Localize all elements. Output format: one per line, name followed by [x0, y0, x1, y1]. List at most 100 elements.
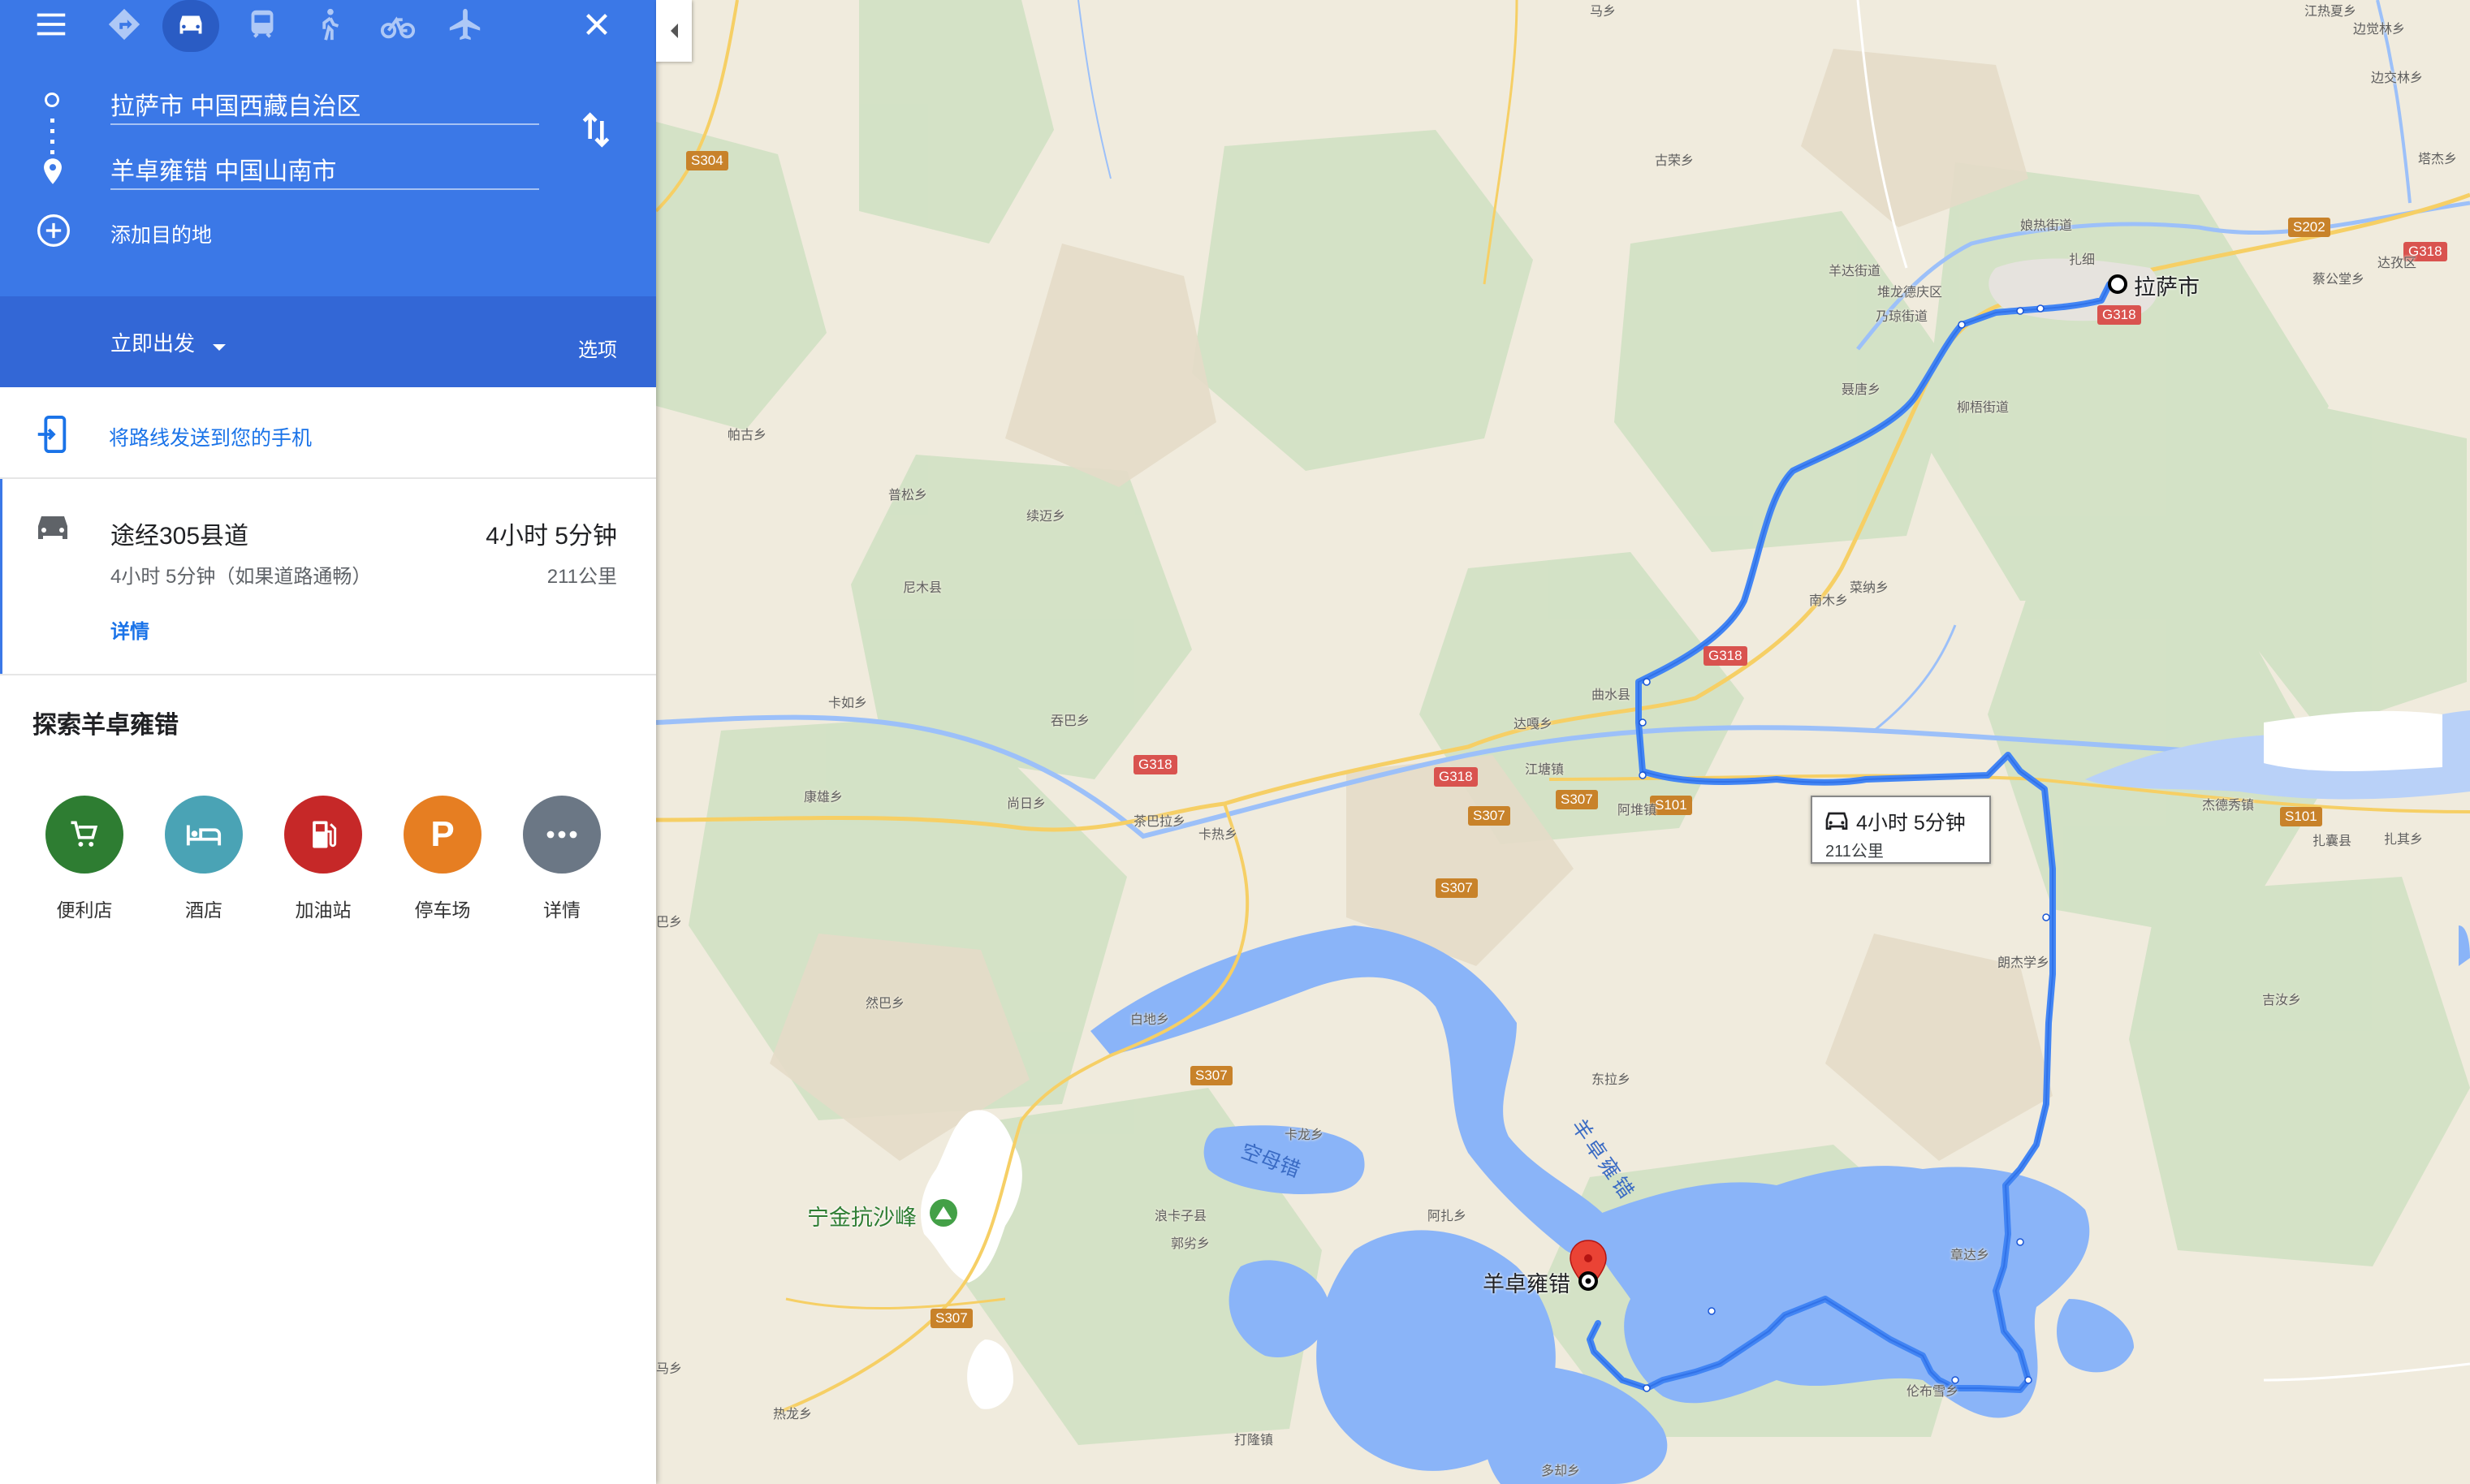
category-gas-station[interactable]: 加油站 — [284, 796, 362, 922]
mode-flight-button[interactable] — [437, 0, 494, 52]
place-label: 娘热街道 — [2020, 219, 2073, 233]
place-label: 卡热乡 — [1198, 828, 1238, 842]
category-label: 酒店 — [185, 899, 222, 921]
place-label: 卡龙乡 — [1285, 1128, 1324, 1142]
car-icon — [33, 510, 72, 546]
place-label: 马乡 — [656, 1362, 683, 1376]
peak-label[interactable]: 宁金抗沙峰 — [807, 1200, 917, 1232]
destination-pin-icon — [41, 157, 65, 189]
place-label: 卡如乡 — [828, 697, 868, 710]
chevron-left-icon — [670, 24, 678, 38]
place-label: 南木乡 — [1809, 594, 1849, 608]
place-label: 然巴乡 — [866, 997, 905, 1011]
place-label: 康雄乡 — [804, 791, 844, 805]
road-shield-g318: G318 — [1134, 755, 1177, 774]
mode-transit-button[interactable] — [234, 0, 291, 52]
add-destination-button[interactable]: 添加目的地 — [36, 211, 377, 250]
origin-field[interactable]: 拉萨市 中国西藏自治区 — [110, 86, 361, 122]
place-label: 扎其乡 — [2384, 833, 2424, 847]
category-hotel[interactable]: 酒店 — [165, 796, 243, 922]
peak-marker — [930, 1199, 957, 1227]
add-circle-icon — [36, 213, 71, 252]
collapse-panel-button[interactable] — [656, 0, 692, 62]
category-more[interactable]: 详情 — [523, 796, 601, 922]
depart-bar: 立即出发 选项 — [0, 296, 656, 387]
send-to-phone-icon — [36, 416, 68, 457]
place-label: 江塘镇 — [1525, 763, 1565, 777]
mode-walking-button[interactable] — [300, 0, 357, 52]
place-label: 打隆镇 — [1234, 1434, 1274, 1447]
mode-cycling-button[interactable] — [369, 0, 426, 52]
place-label: 帕古乡 — [728, 429, 767, 442]
place-label: 乃琼街道 — [1876, 310, 1928, 324]
route-detail: 4小时 5分钟（如果道路通畅） — [110, 566, 372, 588]
road-shield-s307: S307 — [1436, 878, 1478, 898]
menu-icon — [32, 6, 70, 47]
start-label[interactable]: 拉萨市 — [2134, 270, 2200, 301]
map-canvas[interactable]: S304 S202 G318 G318 G318 G318 G318 S307 S101 S101… — [656, 0, 2470, 1484]
route-via: 途经305县道 — [110, 523, 249, 550]
cart-icon — [45, 796, 123, 874]
place-label: 古荣乡 — [1655, 154, 1695, 168]
place-label: 朗杰学乡 — [1997, 956, 2050, 970]
road-shield-s101: S101 — [2280, 807, 2322, 826]
destination-field[interactable]: 羊卓雍错 中国山南市 — [110, 151, 336, 187]
road-shield-s202: S202 — [2288, 218, 2330, 237]
swap-button[interactable] — [578, 110, 614, 153]
origin-circle-icon — [45, 93, 59, 107]
mode-best-route-button[interactable] — [96, 0, 153, 52]
route-option[interactable]: 途经305县道 4小时 5分钟 4小时 5分钟（如果道路通畅） 211公里 详情 — [0, 479, 656, 674]
category-parking[interactable]: P 停车场 — [404, 796, 481, 922]
origin-underline — [110, 123, 539, 125]
category-convenience-store[interactable]: 便利店 — [45, 796, 123, 922]
route-details-link[interactable]: 详情 — [110, 615, 149, 644]
place-label: 扎囊县 — [2312, 835, 2352, 848]
place-label: 热龙乡 — [773, 1408, 813, 1421]
place-label: 马乡 — [1590, 5, 1617, 19]
place-label: 多却乡 — [1541, 1465, 1581, 1478]
options-button[interactable]: 选项 — [578, 334, 617, 362]
road-shield-s307: S307 — [1556, 790, 1598, 809]
add-destination-label: 添加目的地 — [110, 224, 213, 247]
bed-icon — [165, 796, 243, 874]
route-dots — [50, 119, 54, 156]
route-callout-distance: 211公里 — [1825, 843, 1884, 861]
place-label: 边交林乡 — [2371, 71, 2424, 85]
place-label: 曲水县 — [1591, 688, 1631, 702]
place-label: 达孜区 — [2377, 257, 2417, 270]
more-icon — [523, 796, 601, 874]
place-label: 江热夏乡 — [2304, 5, 2357, 19]
route-callout[interactable]: 4小时 5分钟 211公里 — [1811, 796, 1991, 864]
menu-button[interactable] — [23, 0, 80, 52]
airplane-icon — [447, 6, 484, 47]
category-label: 便利店 — [56, 899, 113, 921]
end-label[interactable]: 羊卓雍错 — [1483, 1266, 1570, 1298]
dropdown-arrow-icon — [213, 343, 227, 351]
place-label: 尚日乡 — [1007, 797, 1047, 811]
place-label: 菜纳乡 — [1850, 581, 1889, 595]
car-icon — [172, 6, 209, 47]
start-marker — [2108, 274, 2127, 294]
sandbar — [2264, 710, 2442, 771]
category-label: 停车场 — [414, 899, 471, 921]
car-icon — [1824, 809, 1850, 835]
road-shield-s307: S307 — [931, 1309, 973, 1328]
place-label: 续迈乡 — [1026, 510, 1066, 524]
place-label: 茶巴拉乡 — [1134, 815, 1186, 829]
place-label: 柳梧街道 — [1957, 401, 2010, 415]
close-button[interactable] — [568, 0, 625, 52]
send-to-phone-link[interactable]: 将路线发送到您的手机 — [0, 390, 656, 479]
place-label: 塔杰乡 — [2418, 153, 2458, 166]
close-icon — [578, 6, 615, 47]
mode-driving-button[interactable] — [162, 0, 219, 52]
send-to-phone-label: 将路线发送到您的手机 — [109, 427, 313, 450]
parking-icon: P — [404, 796, 481, 874]
depart-time-dropdown[interactable]: 立即出发 — [110, 327, 227, 360]
place-label: 普松乡 — [888, 489, 928, 503]
explore-title: 探索羊卓雍错 — [32, 712, 179, 739]
place-label: 伦布雪乡 — [1906, 1385, 1959, 1399]
bicycle-icon — [379, 6, 417, 47]
place-label: 边觉林乡 — [2353, 23, 2406, 37]
place-label: 达嘎乡 — [1514, 718, 1553, 731]
route-callout-duration: 4小时 5分钟 — [1856, 812, 1966, 835]
